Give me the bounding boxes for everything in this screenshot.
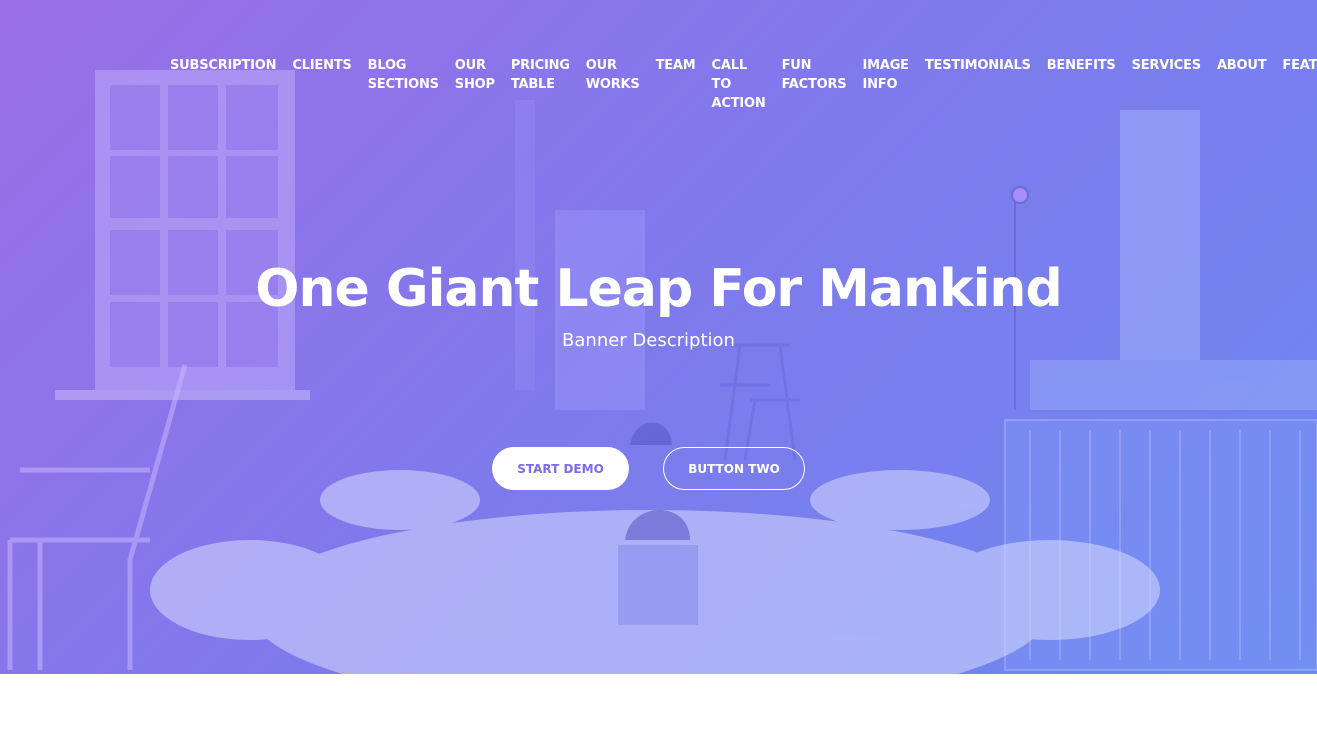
nav-item-pricing-table[interactable]: PRICING TABLE xyxy=(503,56,578,94)
start-demo-button[interactable]: START DEMO xyxy=(492,447,629,490)
nav-item-subscription[interactable]: SUBSCRIPTION xyxy=(162,56,284,75)
hero-title: One Giant Leap For Mankind xyxy=(255,259,1062,319)
nav-item-call-to-action[interactable]: CALL TO ACTION xyxy=(704,56,774,113)
button-two[interactable]: BUTTON TWO xyxy=(663,447,805,490)
nav-item-our-works[interactable]: OUR WORKS xyxy=(578,56,648,94)
main-navigation: SUBSCRIPTION CLIENTS BLOG SECTIONS OUR SHO… xyxy=(162,56,1317,113)
nav-item-fun-factors[interactable]: FUN FACTORS xyxy=(774,56,855,94)
nav-item-testimonials[interactable]: TESTIMONIALS xyxy=(917,56,1039,75)
nav-item-benefits[interactable]: BENEFITS xyxy=(1039,56,1124,75)
nav-item-about[interactable]: ABOUT xyxy=(1209,56,1274,75)
hero-banner: SUBSCRIPTION CLIENTS BLOG SECTIONS OUR SHO… xyxy=(0,0,1317,674)
hero-description: Banner Description xyxy=(562,330,735,351)
nav-item-team[interactable]: TEAM xyxy=(648,56,704,75)
nav-item-clients[interactable]: CLIENTS xyxy=(284,56,359,75)
nav-item-features[interactable]: FEATURES xyxy=(1274,56,1317,75)
nav-item-our-shop[interactable]: OUR SHOP xyxy=(447,56,503,94)
nav-item-image-info[interactable]: IMAGE INFO xyxy=(854,56,916,94)
nav-item-blog-sections[interactable]: BLOG SECTIONS xyxy=(360,56,447,94)
nav-item-services[interactable]: SERVICES xyxy=(1124,56,1209,75)
section-divider-wave xyxy=(0,674,1317,744)
